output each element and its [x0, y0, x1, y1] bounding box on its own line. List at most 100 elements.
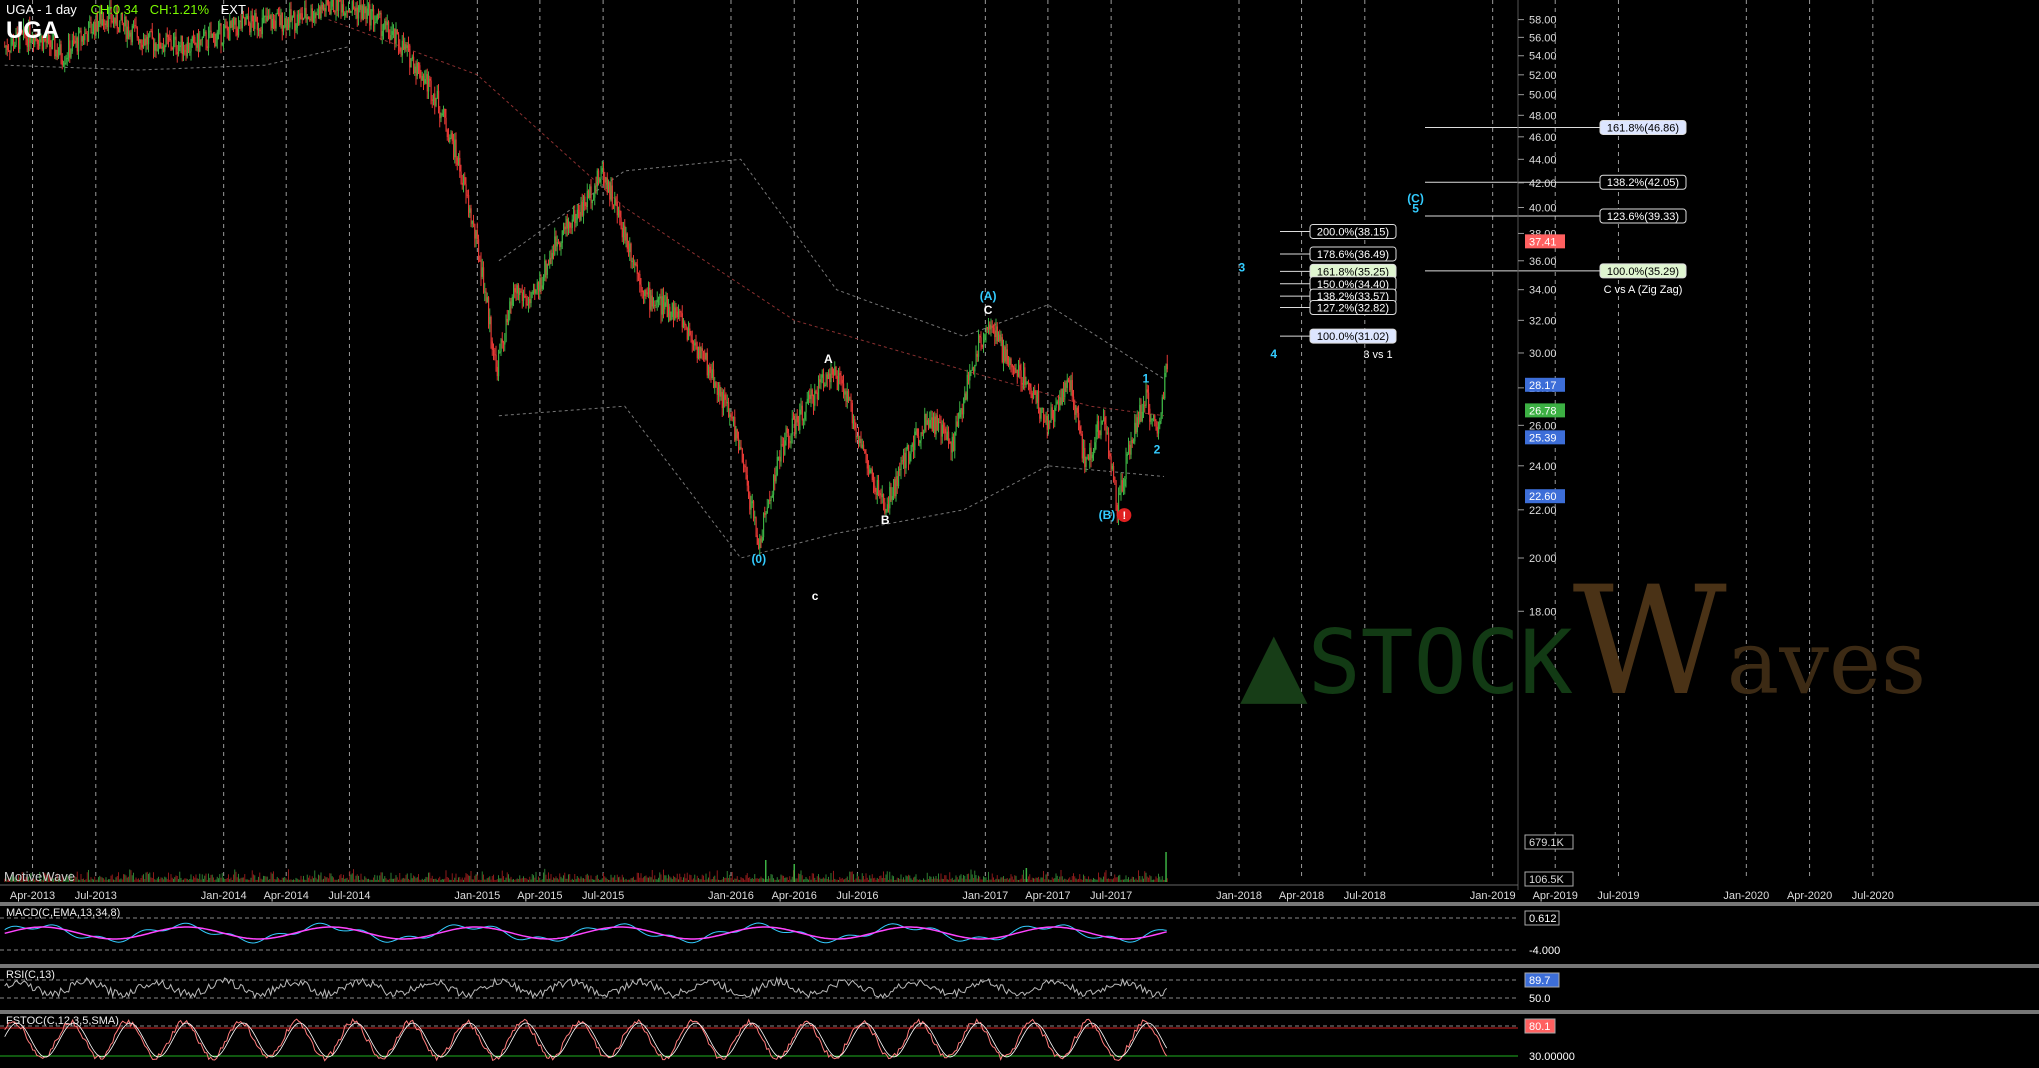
candle-body: [695, 342, 697, 347]
candle-body: [455, 139, 457, 158]
candle-body: [591, 199, 593, 204]
price-tick-label: 44.00: [1529, 154, 1557, 166]
watermark: ▲STOCKWaves: [1240, 555, 1926, 729]
candle-body: [229, 21, 231, 41]
candle-body: [440, 115, 442, 119]
candle-body: [191, 36, 193, 42]
candle-body: [779, 456, 781, 462]
panel-divider[interactable]: [0, 964, 2039, 968]
candle-body: [170, 40, 172, 48]
rsi-line: [4, 976, 1168, 1000]
candle-body: [211, 33, 213, 38]
candle-body: [377, 13, 380, 15]
candle-body: [857, 435, 860, 444]
candle-body: [1004, 346, 1006, 362]
candle-body: [980, 337, 982, 346]
candle-body: [9, 50, 11, 52]
candles: [4, 0, 1168, 556]
fib-level-label: 100.0%(35.29): [1607, 266, 1679, 278]
candle-body: [586, 190, 588, 207]
candle-body: [380, 12, 382, 37]
candle-body: [65, 57, 67, 63]
candle-body: [546, 264, 548, 275]
candle-body: [1099, 430, 1101, 436]
candle-body: [949, 441, 951, 444]
panel-divider[interactable]: [0, 1010, 2039, 1014]
candle-body: [951, 436, 953, 453]
candle-body: [205, 32, 207, 47]
panel-axis-label: 50.0: [1529, 993, 1550, 1005]
candle-body: [797, 422, 800, 431]
candle-body: [355, 7, 357, 12]
candle-body: [636, 264, 638, 274]
candle-body: [824, 384, 826, 386]
candle-body: [182, 50, 185, 55]
candle-body: [751, 501, 753, 504]
panel-divider[interactable]: [0, 902, 2039, 906]
candle-body: [274, 20, 276, 29]
candle-body: [815, 391, 817, 393]
time-tick-label: Jul-2019: [1597, 890, 1639, 902]
candle-body: [630, 243, 632, 263]
candle-body: [122, 22, 125, 27]
candle-body: [66, 57, 68, 59]
candle-body: [759, 538, 761, 549]
time-tick-label: Apr-2017: [1025, 890, 1070, 902]
candle-body: [1104, 417, 1106, 425]
candle-body: [837, 372, 840, 391]
time-tick-label: Jul-2015: [582, 890, 624, 902]
candle-body: [1114, 476, 1116, 481]
candle-body: [354, 8, 356, 12]
candle-body: [301, 13, 303, 20]
candle-body: [1115, 480, 1117, 505]
candle-body: [317, 6, 320, 15]
time-tick-label: Jan-2016: [708, 890, 754, 902]
candle-body: [576, 209, 578, 220]
candle-body: [90, 22, 92, 34]
candle-body: [372, 9, 375, 25]
candle-body: [722, 394, 725, 409]
candle-body: [69, 40, 71, 58]
candle-body: [1067, 379, 1070, 381]
candle-body: [579, 211, 581, 221]
candle-body: [510, 301, 512, 306]
candle-body: [227, 30, 230, 41]
price-chart[interactable]: 200.0%(38.15)178.6%(36.49)161.8%(35.25)1…: [0, 0, 2039, 1068]
candle-body: [56, 49, 58, 58]
candle-body: [807, 394, 810, 399]
candle-body: [1086, 457, 1088, 459]
candle-body: [314, 13, 316, 19]
candle-body: [154, 43, 156, 51]
candle-body: [469, 208, 471, 213]
candle-body: [475, 230, 477, 239]
candle-body: [87, 22, 90, 42]
candle-body: [282, 27, 285, 32]
candle-body: [711, 369, 713, 379]
candle-body: [1109, 453, 1111, 457]
wave-label: B: [881, 513, 890, 527]
candle-body: [335, 0, 337, 12]
wave-label: 1: [1143, 371, 1150, 385]
candle-body: [267, 15, 270, 19]
candle-body: [180, 35, 182, 46]
candle-body: [527, 298, 530, 305]
candle-body: [506, 318, 508, 323]
candle-body: [514, 288, 516, 293]
candle-body: [432, 93, 435, 101]
candle-body: [810, 389, 812, 399]
candle-body: [799, 409, 801, 431]
candle-body: [919, 440, 921, 444]
watermark-prefix: STOCK: [1307, 611, 1573, 714]
candle-body: [507, 313, 510, 323]
candle-body: [634, 263, 636, 266]
candle-body: [425, 74, 427, 79]
candle-body: [447, 137, 450, 143]
wave-label: (A): [980, 289, 997, 303]
price-tick-label: 40.00: [1529, 203, 1557, 215]
candle-body: [655, 302, 657, 306]
candle-body: [867, 468, 870, 473]
candle-body: [537, 282, 540, 291]
candle-body: [240, 20, 242, 29]
candle-body: [82, 36, 85, 41]
candle-body: [789, 441, 791, 444]
